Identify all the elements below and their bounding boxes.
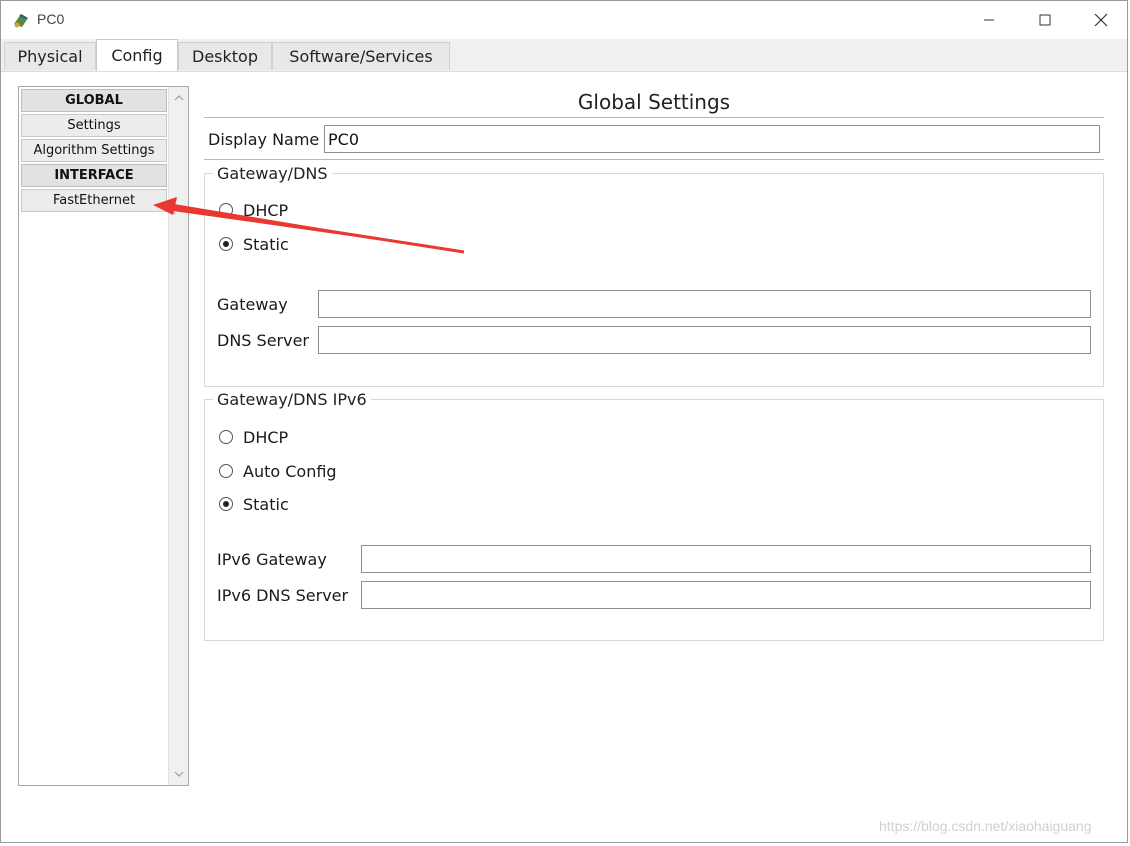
watermark: https://blog.csdn.net/xiaohaiguang xyxy=(879,818,1092,834)
ipv6-static-radio-label[interactable]: Static xyxy=(243,495,289,514)
sidebar-header-interface: INTERFACE xyxy=(21,164,167,187)
gateway-field[interactable] xyxy=(318,290,1091,318)
static-radio-label[interactable]: Static xyxy=(243,235,289,254)
static-radio[interactable] xyxy=(219,237,233,251)
sidebar-scrollbar[interactable] xyxy=(168,87,188,785)
tab-desktop[interactable]: Desktop xyxy=(178,42,272,70)
tab-physical[interactable]: Physical xyxy=(4,42,96,70)
tab-bar: Physical Config Desktop Software/Service… xyxy=(1,39,1127,72)
sidebar-item-fastethernet[interactable]: FastEthernet xyxy=(21,189,167,212)
dns-server-label: DNS Server xyxy=(217,331,309,350)
ipv6-dns-server-field[interactable] xyxy=(361,581,1091,609)
ipv6-dhcp-radio[interactable] xyxy=(219,430,233,444)
minimize-icon xyxy=(984,19,994,21)
ipv6-gateway-field[interactable] xyxy=(361,545,1091,573)
tab-config[interactable]: Config xyxy=(96,39,178,71)
sidebar-header-global: GLOBAL xyxy=(21,89,167,112)
window-title: PC0 xyxy=(37,11,65,27)
tab-software-services[interactable]: Software/Services xyxy=(272,42,450,70)
maximize-button[interactable] xyxy=(1017,1,1073,39)
minimize-button[interactable] xyxy=(961,1,1017,39)
page-title: Global Settings xyxy=(577,90,731,114)
title-bar: PC0 xyxy=(1,1,1127,39)
ipv6-auto-config-radio[interactable] xyxy=(219,464,233,478)
display-name-field[interactable] xyxy=(324,125,1100,153)
gateway-dns-group xyxy=(204,173,1104,387)
ipv6-auto-config-radio-label[interactable]: Auto Config xyxy=(243,462,337,481)
sidebar-item-algorithm-settings[interactable]: Algorithm Settings xyxy=(21,139,167,162)
dhcp-radio-label[interactable]: DHCP xyxy=(243,201,288,220)
pc0-window: PC0 Physical Config Desktop Software/Ser… xyxy=(0,0,1128,843)
close-icon xyxy=(1094,13,1108,27)
scroll-up-icon[interactable] xyxy=(173,93,185,103)
sidebar-item-settings[interactable]: Settings xyxy=(21,114,167,137)
title-divider xyxy=(204,117,1104,118)
ipv6-dhcp-radio-label[interactable]: DHCP xyxy=(243,428,288,447)
dns-server-field[interactable] xyxy=(318,326,1091,354)
ipv6-gateway-label: IPv6 Gateway xyxy=(217,550,327,569)
ipv6-static-radio[interactable] xyxy=(219,497,233,511)
maximize-icon xyxy=(1039,14,1051,26)
packet-tracer-icon xyxy=(14,14,28,28)
display-name-label: Display Name xyxy=(208,130,320,149)
dhcp-radio[interactable] xyxy=(219,203,233,217)
config-sidebar: GLOBAL Settings Algorithm Settings INTER… xyxy=(18,86,189,786)
scroll-down-icon[interactable] xyxy=(173,769,185,779)
close-button[interactable] xyxy=(1073,1,1129,39)
display-name-divider xyxy=(204,159,1104,160)
gateway-dns-ipv6-group-title: Gateway/DNS IPv6 xyxy=(213,390,371,409)
gateway-dns-group-title: Gateway/DNS xyxy=(213,164,332,183)
gateway-label: Gateway xyxy=(217,295,288,314)
ipv6-dns-server-label: IPv6 DNS Server xyxy=(217,586,349,605)
